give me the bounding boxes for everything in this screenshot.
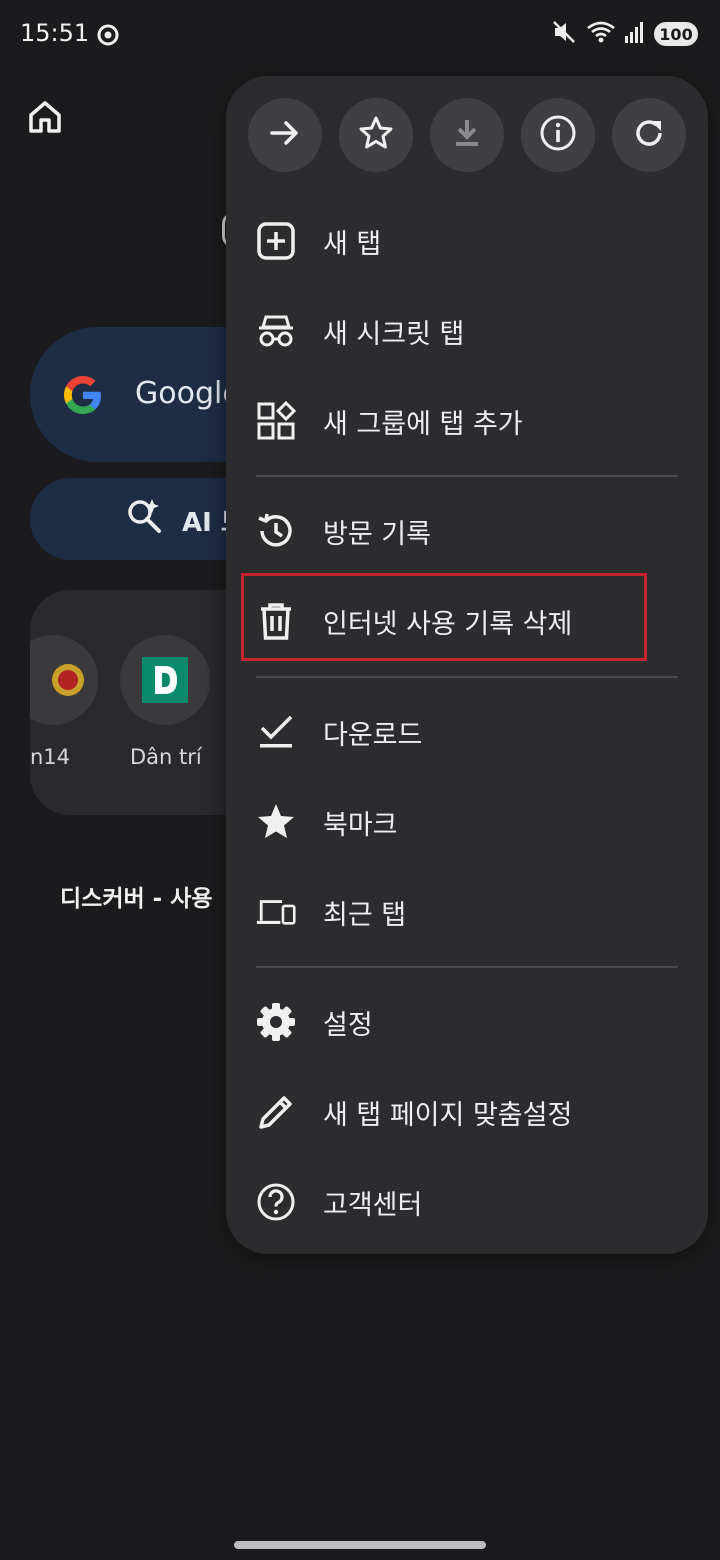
battery-icon: 100 bbox=[654, 22, 698, 46]
shortcut-label: Dân trí bbox=[130, 745, 202, 769]
page-info-icon bbox=[539, 114, 577, 156]
menu-item-label: 방문 기록 bbox=[323, 518, 431, 550]
menu-item-label: 새 그룹에 탭 추가 bbox=[323, 408, 523, 440]
menu-divider bbox=[256, 676, 678, 678]
menu-item-settings[interactable]: 설정 bbox=[226, 977, 708, 1067]
shortcut-label: n14 bbox=[30, 745, 71, 769]
menu-item-downloads[interactable]: 다운로드 bbox=[226, 687, 708, 777]
download-page-icon bbox=[449, 115, 485, 155]
menu-item-new-tab[interactable]: 새 탭 bbox=[226, 196, 708, 286]
bookmark-button[interactable] bbox=[339, 98, 413, 172]
forward-button[interactable] bbox=[248, 98, 322, 172]
wifi-icon bbox=[586, 20, 616, 48]
google-g-icon bbox=[60, 372, 106, 422]
menu-divider bbox=[256, 966, 678, 968]
page-info-button[interactable] bbox=[521, 98, 595, 172]
tab-group-icon bbox=[256, 401, 296, 441]
history-icon bbox=[256, 511, 296, 551]
status-bar: 15:51 100 bbox=[0, 0, 720, 70]
forward-icon bbox=[267, 115, 303, 155]
status-icons: 100 bbox=[552, 20, 698, 48]
gesture-nav-bar[interactable] bbox=[234, 1541, 486, 1549]
discover-heading: 디스커버 - 사용 bbox=[60, 886, 213, 912]
menu-item-customize-new-tab[interactable]: 새 탭 페이지 맞춤설정 bbox=[226, 1067, 708, 1157]
settings-gear-icon bbox=[256, 1002, 296, 1042]
menu-item-label: 최근 탭 bbox=[323, 899, 407, 931]
menu-item-label: 고객센터 bbox=[323, 1189, 423, 1221]
new-tab-icon bbox=[256, 221, 296, 261]
menu-divider bbox=[256, 475, 678, 477]
mute-icon bbox=[552, 20, 578, 48]
ai-search-icon bbox=[125, 497, 165, 541]
menu-item-clear-browsing-data[interactable]: 인터넷 사용 기록 삭제 bbox=[226, 576, 708, 666]
menu-item-help[interactable]: 고객센터 bbox=[226, 1157, 708, 1247]
menu-item-recent-tabs[interactable]: 최근 탭 bbox=[226, 867, 708, 957]
signal-icon bbox=[624, 20, 646, 48]
menu-item-new-incognito-tab[interactable]: 새 시크릿 탭 bbox=[226, 286, 708, 376]
status-time: 15:51 bbox=[20, 19, 90, 47]
menu-item-label: 북마크 bbox=[323, 809, 398, 841]
incognito-icon bbox=[256, 311, 296, 351]
pencil-icon bbox=[256, 1092, 296, 1132]
bookmark-star-icon bbox=[358, 115, 394, 155]
menu-item-label: 새 탭 bbox=[323, 228, 382, 260]
menu-item-bookmarks[interactable]: 북마크 bbox=[226, 777, 708, 867]
recent-tabs-icon bbox=[256, 892, 296, 932]
reload-button[interactable] bbox=[612, 98, 686, 172]
chrome-icon bbox=[97, 24, 119, 50]
menu-item-label: 인터넷 사용 기록 삭제 bbox=[323, 608, 573, 640]
trash-icon bbox=[256, 601, 296, 641]
menu-item-label: 새 탭 페이지 맞춤설정 bbox=[323, 1099, 573, 1131]
overflow-menu: 새 탭 새 시크릿 탭 새 그룹에 탭 추가 방문 기록 인터넷 사용 기록 삭… bbox=[226, 76, 708, 1254]
menu-item-label: 새 시크릿 탭 bbox=[323, 318, 465, 350]
menu-item-label: 설정 bbox=[323, 1009, 373, 1041]
dantri-logo-icon bbox=[142, 657, 188, 703]
bookmarks-star-icon bbox=[256, 802, 296, 842]
menu-item-label: 다운로드 bbox=[323, 719, 423, 751]
menu-item-history[interactable]: 방문 기록 bbox=[226, 486, 708, 576]
menu-item-add-tab-to-group[interactable]: 새 그룹에 탭 추가 bbox=[226, 376, 708, 466]
help-icon bbox=[256, 1182, 296, 1222]
home-icon[interactable] bbox=[26, 98, 64, 140]
menu-top-actions bbox=[248, 98, 686, 172]
shortcut-tile[interactable] bbox=[30, 635, 98, 725]
downloads-icon bbox=[256, 712, 296, 752]
reload-icon bbox=[631, 115, 667, 155]
search-placeholder: Google bbox=[135, 376, 241, 411]
download-page-button[interactable] bbox=[430, 98, 504, 172]
